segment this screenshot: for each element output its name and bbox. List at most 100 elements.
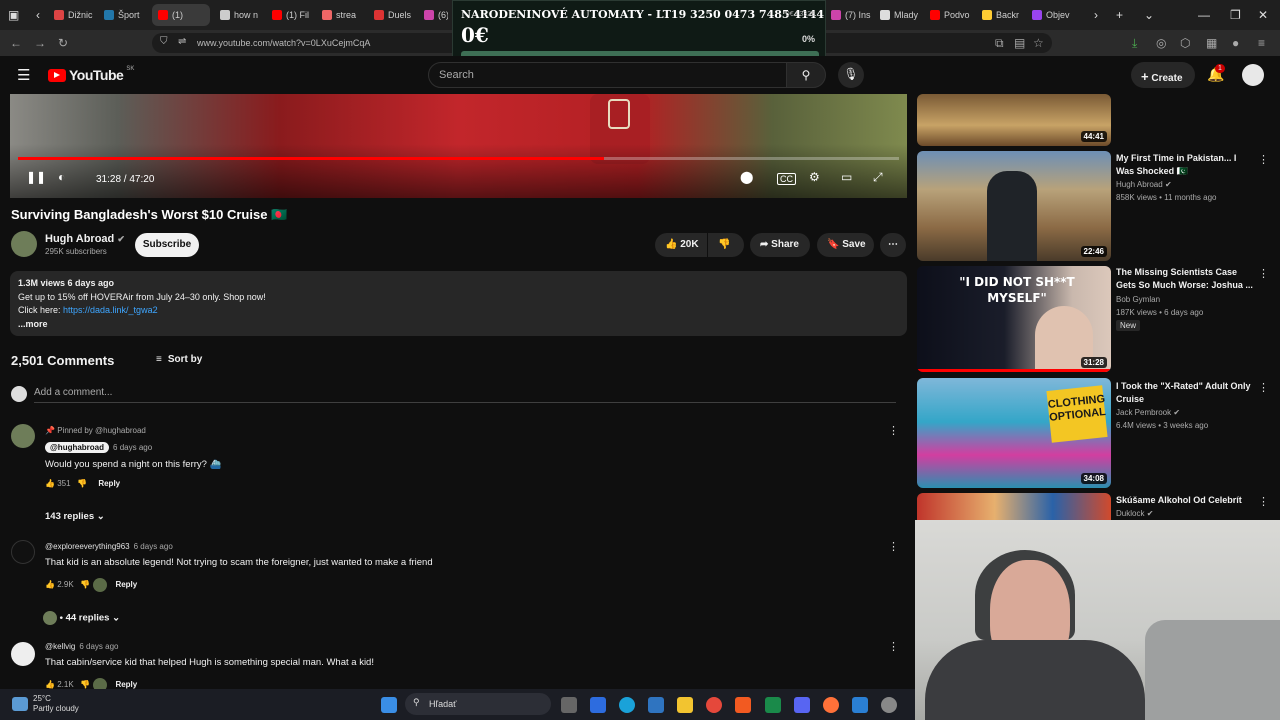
comment-author[interactable]: @exploreeverything963 6 days ago xyxy=(45,542,173,551)
sort-by-button[interactable]: ≡ Sort by xyxy=(156,354,202,365)
captions-icon[interactable]: CC xyxy=(777,173,796,185)
recommended-video-thumbnail[interactable]: CLOTHING OPTIONAL 34:08 xyxy=(917,378,1111,488)
add-comment-input[interactable]: Add a comment... xyxy=(34,387,896,403)
tab-scroll-left-icon[interactable]: ‹ xyxy=(36,8,40,22)
browser-menu-icon[interactable]: ≡ xyxy=(1258,36,1265,50)
browser-tab[interactable]: Šport xyxy=(98,4,146,26)
search-input[interactable]: Search xyxy=(428,62,788,88)
save-button[interactable]: 🔖 Save xyxy=(817,233,874,257)
browser-tab[interactable]: Mlady xyxy=(874,4,920,26)
reader-icon[interactable]: ▤ xyxy=(1014,36,1025,50)
search-button[interactable]: ⚲ xyxy=(786,62,826,88)
store-icon[interactable] xyxy=(590,697,606,713)
settings-app-icon[interactable] xyxy=(881,697,897,713)
recommended-video-thumbnail[interactable]: 44:41 xyxy=(917,94,1111,146)
comment-menu-icon[interactable]: ⋮ xyxy=(888,424,899,437)
thumbs-down-icon[interactable]: 👎 xyxy=(80,580,90,589)
recommended-channel[interactable]: Duklock ✔ xyxy=(1116,509,1153,518)
account-icon[interactable]: ◎ xyxy=(1156,36,1166,50)
fullscreen-icon[interactable]: ⤢ xyxy=(873,170,883,185)
maximize-icon[interactable]: ❐ xyxy=(1230,8,1241,22)
profile-icon[interactable]: ● xyxy=(1232,36,1239,50)
firefox-icon[interactable] xyxy=(823,697,839,713)
comment-avatar[interactable] xyxy=(11,424,35,448)
browser-tab[interactable]: Podvo xyxy=(924,4,972,26)
tab-list-icon[interactable]: ⌄ xyxy=(1144,8,1154,22)
recommended-channel[interactable]: Hugh Abroad ✔ xyxy=(1116,180,1172,189)
reload-icon[interactable]: ↻ xyxy=(58,36,68,50)
weather-icon[interactable] xyxy=(12,697,28,711)
forward-icon[interactable]: → xyxy=(34,36,46,50)
recommended-menu-icon[interactable]: ⋮ xyxy=(1258,267,1269,280)
recommended-video-title[interactable]: My First Time in Pakistan... I Was Shock… xyxy=(1116,152,1256,177)
view-replies-button[interactable]: • 44 replies ⌄ xyxy=(43,611,120,625)
subscribe-button[interactable]: Subscribe xyxy=(135,233,199,257)
windows-start-icon[interactable] xyxy=(381,697,397,713)
browser-tab[interactable]: Objev xyxy=(1026,4,1076,26)
more-actions-button[interactable]: ⋯ xyxy=(880,233,906,257)
like-button[interactable]: 👍 20K xyxy=(655,233,707,257)
extension-badge-icon[interactable]: ▦ xyxy=(1206,36,1217,50)
edge-icon[interactable] xyxy=(619,697,635,713)
download-icon[interactable]: ⤓ xyxy=(1132,36,1137,51)
dislike-button[interactable]: 👎 xyxy=(708,233,744,257)
tab-actions-icon[interactable]: ▣ xyxy=(8,8,19,22)
browser-tab[interactable]: (6) xyxy=(418,4,448,26)
browser-tab[interactable]: Backr xyxy=(976,4,1022,26)
comment-author[interactable]: @hughabroad 6 days ago xyxy=(45,442,152,453)
description-box[interactable]: 1.3M views 6 days ago Get up to 15% off … xyxy=(10,271,907,336)
recommended-menu-icon[interactable]: ⋮ xyxy=(1258,495,1269,508)
share-button[interactable]: ➦ Share xyxy=(750,233,810,257)
browser-tab[interactable]: how n xyxy=(214,4,262,26)
channel-name[interactable]: Hugh Abroad ✔ xyxy=(45,233,125,245)
recommended-channel[interactable]: Bob Gymlan xyxy=(1116,295,1160,304)
comment-avatar[interactable] xyxy=(11,642,35,666)
comment-avatar[interactable] xyxy=(11,540,35,564)
theater-mode-icon[interactable]: ▭ xyxy=(841,170,852,184)
description-link[interactable]: https://dada.link/_tgwa2 xyxy=(63,305,158,315)
bookmark-star-icon[interactable]: ☆ xyxy=(1033,36,1044,50)
new-tab-icon[interactable]: + xyxy=(1116,8,1123,22)
extensions-icon[interactable]: ⬡ xyxy=(1180,36,1190,50)
volume-icon[interactable]: ◐ xyxy=(58,170,65,184)
tab-scroll-right-icon[interactable]: › xyxy=(1094,8,1098,22)
browser-tab[interactable]: (1) Fil xyxy=(266,4,312,26)
browser-tab[interactable]: strea xyxy=(316,4,364,26)
comment-menu-icon[interactable]: ⋮ xyxy=(888,640,899,653)
app-icon[interactable] xyxy=(852,697,868,713)
discord-icon[interactable] xyxy=(794,697,810,713)
thumbs-down-icon[interactable]: 👎 xyxy=(77,479,87,488)
browser-tab[interactable]: (1) xyxy=(152,4,210,26)
reply-button[interactable]: Reply xyxy=(115,680,137,689)
site-info-icon[interactable]: ⛉ xyxy=(160,36,168,47)
recommended-menu-icon[interactable]: ⋮ xyxy=(1258,153,1269,166)
reply-button[interactable]: Reply xyxy=(98,479,120,488)
video-progress-bar[interactable] xyxy=(18,157,899,160)
comment-author[interactable]: @kellvig 6 days ago xyxy=(45,642,119,651)
menu-icon[interactable]: ☰ xyxy=(17,66,30,84)
recommended-video-thumbnail[interactable]: 22:46 xyxy=(917,151,1111,261)
create-button[interactable]: + Create xyxy=(1131,62,1195,88)
browser-tab[interactable]: Duels xyxy=(368,4,414,26)
show-more-link[interactable]: ...more xyxy=(18,318,899,332)
notes-icon[interactable] xyxy=(765,697,781,713)
voice-search-button[interactable]: 🎙 xyxy=(838,62,864,88)
chrome-icon[interactable] xyxy=(706,697,722,713)
view-replies-button[interactable]: 143 replies ⌄ xyxy=(45,511,105,522)
tune-icon[interactable]: ⇌ xyxy=(178,36,186,47)
thumbs-up-icon[interactable]: 👍 xyxy=(45,680,55,689)
thumbs-up-icon[interactable]: 👍 xyxy=(45,580,55,589)
recommended-video-title[interactable]: I Took the "X-Rated" Adult Only Cruise xyxy=(1116,380,1256,405)
youtube-logo[interactable]: YouTube SK xyxy=(48,66,134,83)
pause-icon[interactable]: ❚❚ xyxy=(26,170,46,184)
settings-gear-icon[interactable]: ⚙ xyxy=(809,170,820,184)
browser-tab[interactable]: Dižnic xyxy=(48,4,94,26)
recommended-video-thumbnail[interactable]: "I DID NOT SH**T MYSELF" 31:28 xyxy=(917,266,1111,372)
explorer-icon[interactable] xyxy=(677,697,693,713)
minimize-icon[interactable]: — xyxy=(1198,8,1210,22)
autoplay-toggle-icon[interactable]: ⬤ xyxy=(740,170,753,184)
photos-icon[interactable] xyxy=(648,697,664,713)
thumbs-down-icon[interactable]: 👎 xyxy=(80,680,90,689)
avatar[interactable] xyxy=(1242,64,1264,86)
comment-menu-icon[interactable]: ⋮ xyxy=(888,540,899,553)
